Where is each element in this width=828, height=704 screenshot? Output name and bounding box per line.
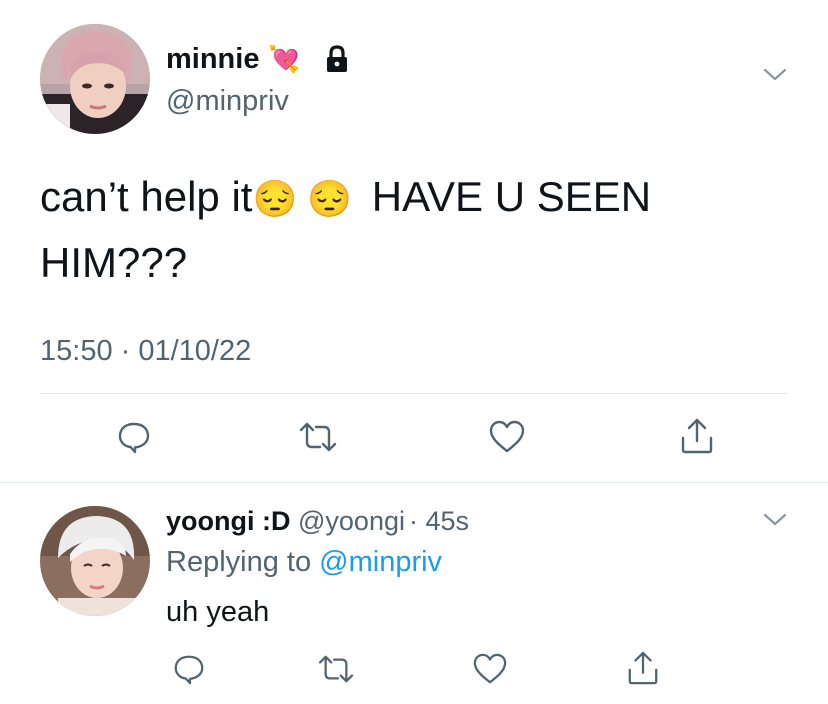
retweet-icon[interactable] [317, 653, 355, 685]
chevron-down-icon[interactable] [762, 66, 788, 84]
avatar-yoongi[interactable] [40, 506, 150, 616]
replying-handle-link[interactable]: @minpriv [319, 546, 442, 578]
replying-to: Replying to @minpriv [166, 545, 442, 579]
pensive-emoji: 😔 😔 [252, 178, 353, 219]
lock-icon [322, 44, 352, 79]
reply-icon[interactable] [116, 419, 152, 455]
heart-icon[interactable] [488, 419, 526, 455]
timestamp[interactable]: 15:50 · 01/10/22 [40, 334, 251, 368]
retweet-icon[interactable] [298, 420, 338, 454]
tweet-text-end: HAVE U SEEN [371, 173, 652, 220]
heart-arrow-emoji: 💘 [268, 44, 301, 74]
tweet-text-line2: HIM??? [40, 239, 188, 286]
reply-header: yoongi :D @yoongi · 45s [166, 504, 469, 538]
tweet-text-line1: can’t help it😔 😔 HAVE U SEEN [40, 172, 651, 224]
replying-prefix: Replying to [166, 546, 312, 578]
reply-handle[interactable]: @yoongi [298, 506, 405, 536]
avatar-minnie[interactable] [40, 24, 150, 134]
share-icon[interactable] [626, 649, 660, 687]
reply-text: uh yeah [166, 596, 270, 628]
handle[interactable]: @minpriv [166, 84, 289, 118]
tweet-text-start: can’t help it [40, 173, 253, 220]
heart-icon[interactable] [472, 652, 508, 686]
display-name[interactable]: minnie [166, 42, 259, 76]
divider [0, 482, 828, 483]
chevron-down-icon[interactable] [762, 511, 788, 529]
reply-display-name[interactable]: yoongi :D [166, 506, 290, 536]
divider [40, 393, 788, 394]
reply-icon[interactable] [172, 652, 206, 686]
share-icon[interactable] [679, 416, 715, 456]
reply-age[interactable]: · 45s [409, 506, 469, 536]
